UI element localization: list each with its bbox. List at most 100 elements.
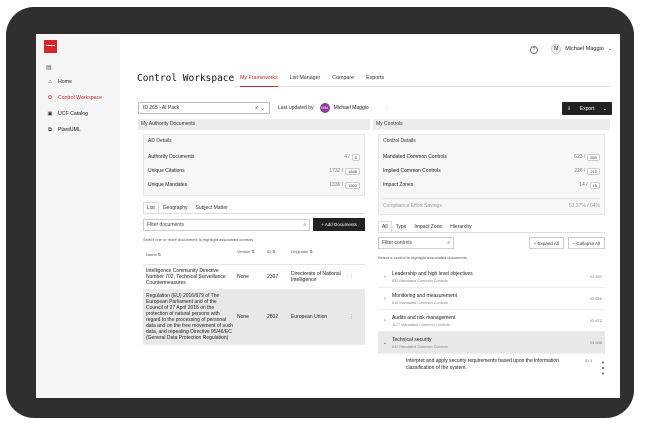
collapse-all-button[interactable]: – Collapse All [567, 237, 605, 249]
sidebar-item-control-workspace[interactable]: ⚙ Control Workspace [42, 91, 116, 105]
control-row[interactable]: ⌄ Technical security 642 Mandated Common… [378, 332, 605, 354]
document-id: 2802 [267, 314, 279, 320]
more-options-icon[interactable]: ⋮ [385, 105, 390, 111]
control-id: ID 508 [590, 340, 602, 345]
more-options-icon[interactable]: ⋮ [595, 358, 611, 378]
more-options-icon[interactable]: ⋮ [349, 274, 359, 280]
control-row[interactable]: › Monitoring and measurement 616 Mandate… [378, 288, 605, 310]
help-icon[interactable]: ? [530, 46, 538, 54]
chevron-down-icon: ⌄ [607, 46, 612, 52]
control-row[interactable]: › Leadership and high level objectives 6… [378, 266, 605, 288]
search-icon: ⌕ [447, 240, 450, 246]
detail-total: 210 [587, 167, 600, 175]
child-control-row[interactable]: Interpret and apply security requirement… [378, 354, 611, 378]
column-label: Version [237, 249, 251, 254]
control-name: Monitoring and measurement [392, 292, 458, 299]
control-id: ID 597 [590, 274, 602, 279]
authority-documents-panel: My Authority Documents AD Details Author… [138, 119, 370, 398]
add-documents-button[interactable]: + Add Documents [313, 218, 365, 231]
detail-row: Impact Zones 14 /15 [383, 178, 600, 192]
filter-placeholder: Filter controls [382, 240, 413, 246]
sidebar-item-plantuml[interactable]: ⧉ PlantUML [42, 123, 116, 137]
control-row[interactable]: › Audits and risk management 1177 Mandat… [378, 310, 605, 332]
detail-total: 890 [587, 153, 600, 161]
control-view-tabs: All Type Impact Zone Hierarchy [378, 221, 605, 233]
tab-geography[interactable]: Geography [159, 202, 192, 213]
chevron-right-icon[interactable]: › [378, 318, 392, 324]
detail-row: Unique Mandates 1336 /1500 [148, 178, 360, 192]
last-updated-label: Last updated by [278, 105, 314, 111]
table-row[interactable]: Intelligence Community Directive Number … [143, 265, 365, 290]
detail-row: Unique Citations 1732 /1846 [148, 164, 360, 178]
control-name: Leadership and high level objectives [392, 270, 473, 277]
sidebar-toggle-icon[interactable]: ▤ [46, 64, 52, 71]
tab-impact-zone[interactable]: Impact Zone [410, 221, 446, 232]
detail-label: Implied Common Controls [383, 168, 441, 174]
table-header: Name ⇅ Version ⇅ ID ⇅ Originator ⇅ [143, 249, 365, 265]
tab-type[interactable]: Type [392, 221, 411, 232]
chevron-down-icon[interactable]: ⌄ [378, 340, 392, 346]
control-count: 1177 Mandated Common Controls [392, 322, 450, 327]
detail-row: Implied Common Controls 226 /210 [383, 164, 600, 178]
tab-list[interactable]: List [143, 202, 159, 213]
detail-total: 6 [351, 153, 360, 161]
tab-compare[interactable]: Compare [332, 75, 354, 87]
column-originator[interactable]: Originator ⇅ [291, 249, 349, 260]
filter-documents-input[interactable]: Filter documents ⌕ [143, 218, 310, 231]
control-count: 616 Mandated Common Controls [392, 300, 448, 305]
ucf-logo [44, 40, 57, 53]
child-control-name: Interpret and apply security requirement… [406, 358, 559, 371]
tab-all[interactable]: All [378, 221, 392, 232]
export-button[interactable]: ⇩ Export ⌄ [562, 102, 612, 115]
tab-hierarchy[interactable]: Hierarchy [446, 221, 475, 232]
column-label: Name [146, 252, 157, 257]
home-icon: ⌂ [48, 79, 52, 85]
chevron-right-icon[interactable]: › [378, 274, 392, 280]
filter-controls-input[interactable]: Filter controls ⌕ [378, 237, 454, 249]
control-id: ID 3 [584, 358, 592, 363]
detail-label: Unique Citations [148, 168, 185, 174]
tab-list-manager[interactable]: List Manager [290, 75, 321, 87]
detail-value: 4 [344, 154, 347, 160]
card-title: Control Details [383, 138, 416, 144]
sidebar-item-home[interactable]: ⌂ Home [42, 75, 116, 89]
ad-details-card: AD Details Authority Documents 4 /6 Uniq… [143, 134, 365, 196]
column-version[interactable]: Version ⇅ [237, 249, 267, 260]
control-id: ID 672 [590, 318, 602, 323]
expand-all-button[interactable]: + Expand All [528, 237, 564, 249]
panel-title: My Controls [373, 119, 610, 130]
export-label: Export [579, 105, 595, 112]
chevron-right-icon[interactable]: › [378, 296, 392, 302]
detail-row: Mandated Common Controls 623 /890 [383, 150, 600, 164]
column-name[interactable]: Name ⇅ [143, 249, 237, 260]
document-name: Intelligence Community Directive Number … [146, 268, 226, 286]
tab-subject-matter[interactable]: Subject Matter [192, 202, 232, 213]
pack-select[interactable]: ID 265 - AI Pack × ⌄ [138, 102, 270, 114]
updater-avatar: MM [319, 103, 330, 113]
document-version: None [237, 314, 249, 320]
document-view-tabs: List Geography Subject Matter [143, 202, 365, 214]
detail-value: 1732 [329, 168, 341, 174]
detail-total: 1846 [345, 167, 360, 175]
user-name: Michael Maggio [565, 46, 604, 52]
document-name: Regulation (EU) 2016/679 of The European… [146, 293, 233, 341]
tab-my-frameworks[interactable]: My Frameworks [240, 75, 278, 87]
card-title: AD Details [148, 138, 172, 144]
sidebar-item-label: Control Workspace [58, 95, 103, 101]
more-options-icon[interactable]: ⋮ [349, 314, 359, 320]
controls-panel: My Controls Control Details Mandated Com… [373, 119, 611, 398]
sidebar-item-label: UCF Catalog [58, 111, 88, 117]
document-originator: Directorate of National Intelligence [291, 271, 341, 283]
column-id[interactable]: ID ⇅ [267, 249, 291, 260]
tab-exports[interactable]: Exports [366, 75, 384, 87]
effort-label: Compliance Effort Savings [383, 203, 442, 209]
sidebar-item-label: PlantUML [58, 127, 81, 133]
table-row[interactable]: Regulation (EU) 2016/679 of The European… [143, 290, 365, 345]
user-menu[interactable]: M Michael Maggio ⌄ [551, 44, 612, 54]
detail-value: 623 [574, 154, 583, 160]
clear-icon[interactable]: × [255, 106, 259, 112]
sidebar-item-ucf-catalog[interactable]: ▣ UCF Catalog [42, 107, 116, 121]
document-version: None [237, 274, 249, 280]
pack-select-value: ID 265 - AI Pack [143, 105, 180, 111]
control-name: Technical security [392, 336, 432, 343]
